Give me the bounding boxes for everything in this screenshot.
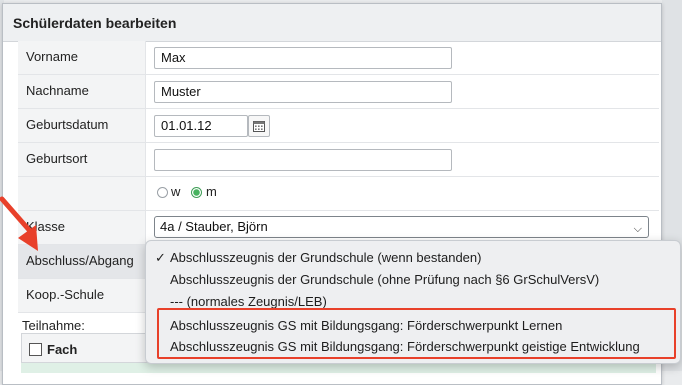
teilnahme-label: Teilnahme: (22, 318, 85, 333)
column-fach: Fach (47, 342, 78, 357)
vorname-input[interactable]: Max (154, 47, 452, 69)
table-row[interactable] (21, 363, 656, 373)
calendar-button[interactable] (248, 115, 270, 137)
red-arrow-icon (0, 196, 38, 251)
geburtsort-input[interactable] (154, 149, 452, 171)
klasse-select[interactable]: 4a / Stauber, Björn ⌵ (154, 216, 649, 238)
geburtsdatum-input[interactable]: 01.01.12 (154, 115, 248, 137)
nachname-input[interactable]: Muster (154, 81, 452, 103)
radio-w[interactable] (157, 187, 168, 198)
vorname-label: Vorname (18, 41, 146, 74)
koop-label: Koop.-Schule (18, 279, 146, 312)
chevron-down-icon: ⌵ (633, 223, 642, 235)
option-grundschule-ohne-pruefung[interactable]: Abschlusszeugnis der Grundschule (ohne P… (170, 272, 599, 287)
row-vorname: Vorname Max (18, 41, 659, 75)
highlight-box (157, 308, 676, 359)
row-gender: w m (18, 177, 659, 211)
option-normales-zeugnis[interactable]: --- (normales Zeugnis/LEB) (170, 294, 327, 309)
radio-w-label: w (171, 184, 181, 199)
option-grundschule-bestanden[interactable]: Abschlusszeugnis der Grundschule (wenn b… (170, 250, 481, 265)
klasse-value: 4a / Stauber, Björn (160, 219, 268, 234)
checkmark-icon: ✓ (155, 250, 166, 265)
radio-m-label: m (206, 184, 217, 199)
row-nachname: Nachname Muster (18, 75, 659, 109)
geburtsort-label: Geburtsort (18, 143, 146, 176)
geburtsdatum-label: Geburtsdatum (18, 109, 146, 142)
row-geburtsdatum: Geburtsdatum 01.01.12 (18, 109, 659, 143)
select-all-checkbox[interactable] (29, 343, 42, 356)
radio-m[interactable] (191, 187, 202, 198)
nachname-label: Nachname (18, 75, 146, 108)
dialog-title: Schülerdaten bearbeiten (3, 4, 661, 42)
row-geburtsort: Geburtsort (18, 143, 659, 177)
calendar-icon (253, 121, 265, 132)
